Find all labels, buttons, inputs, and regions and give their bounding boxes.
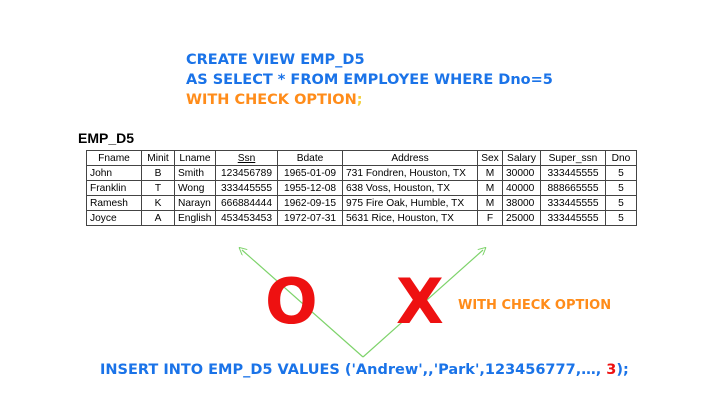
insert-suffix: ); <box>616 362 629 378</box>
insert-statement: INSERT INTO EMP_D5 VALUES ('Andrew',,'Pa… <box>100 362 629 378</box>
insert-dno-value: 3 <box>606 362 617 378</box>
arrow-lines <box>0 0 727 358</box>
x-mark: X <box>396 265 444 338</box>
insert-prefix: INSERT INTO EMP_D5 VALUES ('Andrew',,'Pa… <box>100 362 607 378</box>
with-check-option-label: WITH CHECK OPTION <box>458 298 612 313</box>
o-mark: O <box>265 265 318 338</box>
